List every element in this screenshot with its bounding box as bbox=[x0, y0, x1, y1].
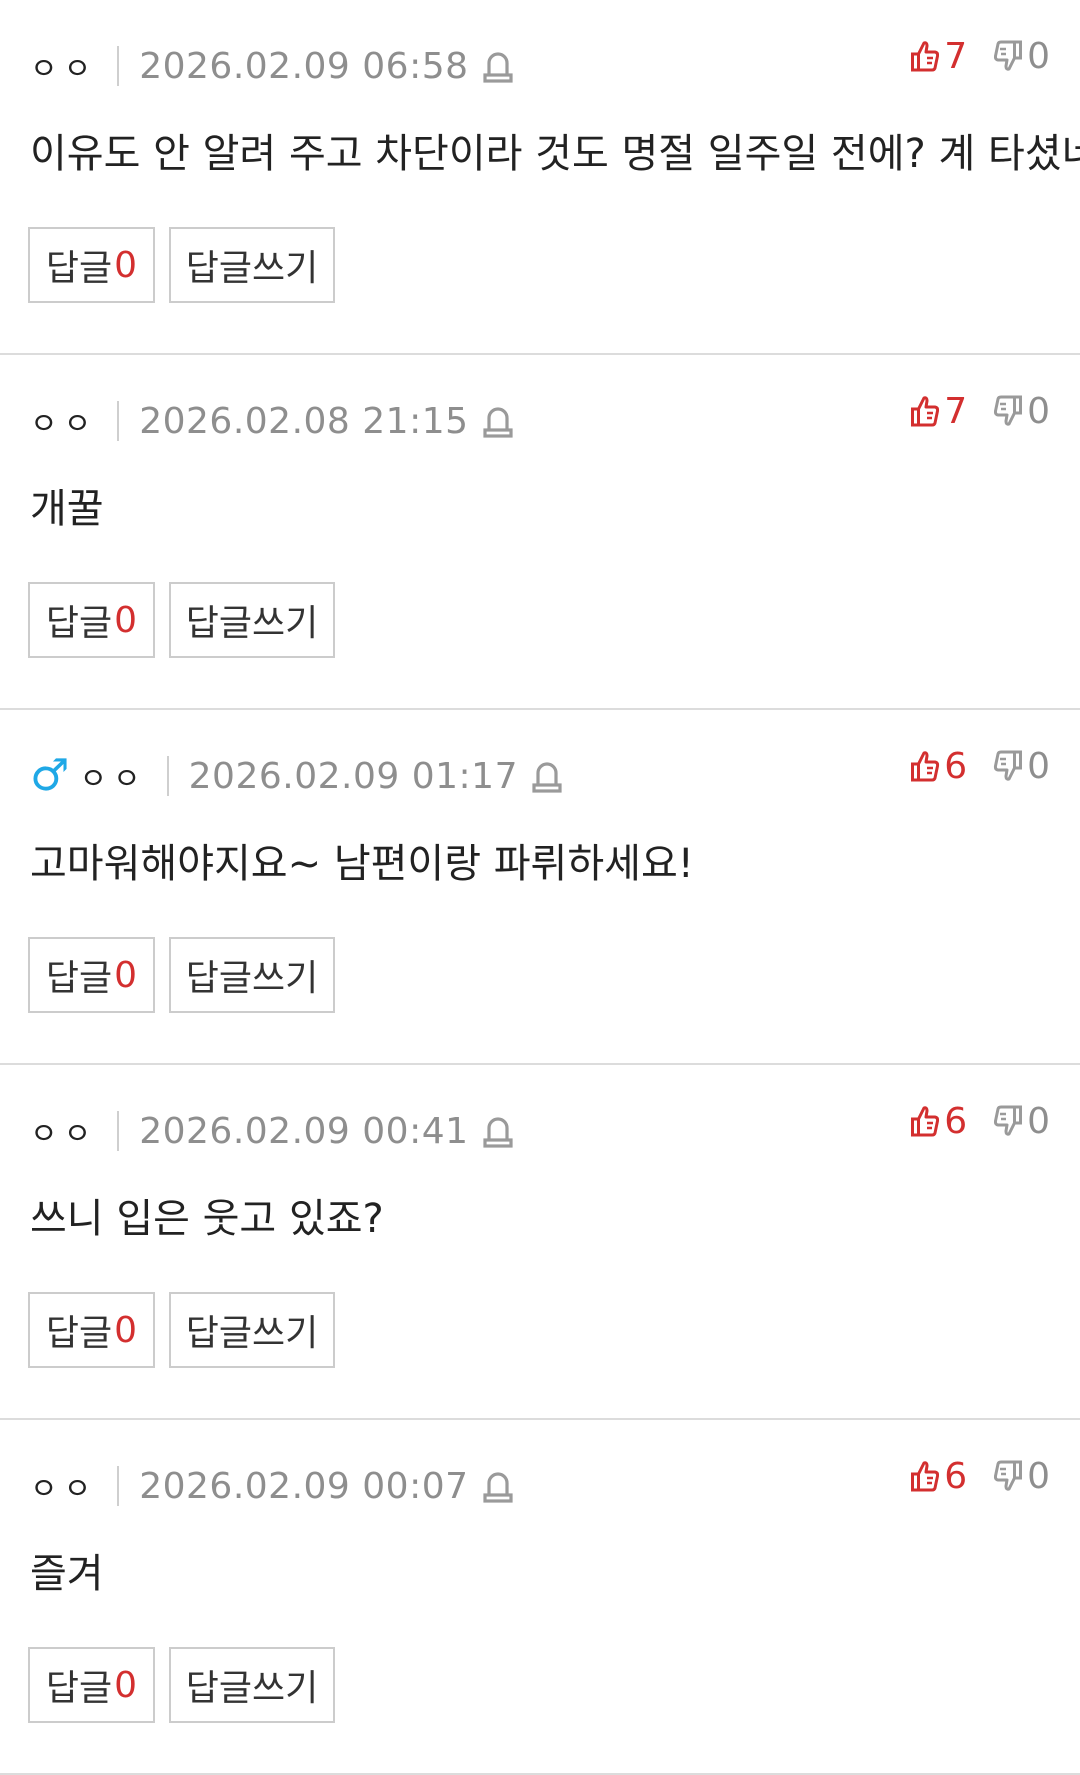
write-reply-button[interactable]: 답글쓰기 bbox=[169, 1647, 335, 1723]
meta-divider bbox=[117, 401, 120, 441]
reply-count: 0 bbox=[114, 1309, 138, 1351]
comment-actions: 답글 0 답글쓰기 bbox=[28, 582, 335, 658]
comment-actions: 답글 0 답글쓰기 bbox=[28, 1292, 335, 1368]
comment-meta: ㅇㅇ 2026.02.09 00:07 bbox=[30, 1458, 513, 1514]
like-count: 6 bbox=[944, 1455, 968, 1497]
comment-date: 2026.02.09 00:07 bbox=[139, 1465, 469, 1507]
dislike-count: 0 bbox=[1027, 1100, 1050, 1142]
like-count: 7 bbox=[944, 390, 968, 432]
report-siren-icon[interactable] bbox=[482, 1113, 513, 1149]
dislike-button[interactable]: 0 bbox=[993, 1101, 1050, 1142]
write-reply-button[interactable]: 답글쓰기 bbox=[169, 937, 335, 1013]
comment-votes: 6 0 bbox=[910, 1097, 1050, 1145]
like-button[interactable]: 7 bbox=[910, 36, 967, 77]
meta-divider bbox=[117, 46, 120, 86]
comment-text: 이유도 안 알려 주고 차단이라 것도 명절 일주일 전에? 계 타셨네 bbox=[30, 130, 1080, 177]
comment-actions: 답글 0 답글쓰기 bbox=[28, 937, 335, 1013]
reply-label: 답글 bbox=[45, 1668, 113, 1709]
comment-actions: 답글 0 답글쓰기 bbox=[28, 1647, 335, 1723]
report-siren-icon[interactable] bbox=[532, 758, 562, 794]
comment-date: 2026.02.08 21:15 bbox=[139, 400, 469, 442]
dislike-count: 0 bbox=[1027, 35, 1050, 77]
comment-list: ㅇㅇ 2026.02.09 06:58 7 0 이유도 안 알려 주고 차단이라… bbox=[0, 0, 1080, 1775]
like-count: 7 bbox=[944, 35, 968, 77]
comment-author: ㅇㅇ bbox=[30, 1117, 98, 1152]
comment-date: 2026.02.09 01:17 bbox=[188, 755, 518, 797]
dislike-button[interactable]: 0 bbox=[993, 391, 1050, 432]
male-icon: ♂ bbox=[30, 750, 70, 801]
reply-count-button[interactable]: 답글 0 bbox=[28, 1647, 155, 1723]
reply-label: 답글 bbox=[45, 248, 113, 289]
comment-votes: 7 0 bbox=[910, 32, 1050, 80]
comment-text: 즐겨 bbox=[30, 1550, 104, 1597]
meta-divider bbox=[117, 1466, 120, 1506]
like-button[interactable]: 7 bbox=[910, 391, 967, 432]
reply-count-button[interactable]: 답글 0 bbox=[28, 1292, 155, 1368]
comment-meta: ㅇㅇ 2026.02.08 21:15 bbox=[30, 393, 513, 449]
like-count: 6 bbox=[944, 745, 968, 787]
report-siren-icon[interactable] bbox=[482, 403, 513, 439]
meta-divider bbox=[117, 1111, 120, 1151]
comment-author: ㅇㅇ bbox=[30, 407, 98, 442]
comment-text: 고마워해야지요~ 남편이랑 파뤼하세요! bbox=[30, 840, 694, 887]
like-button[interactable]: 6 bbox=[910, 1456, 967, 1497]
dislike-button[interactable]: 0 bbox=[993, 1456, 1050, 1497]
reply-count: 0 bbox=[114, 244, 138, 286]
comment-item: ㅇㅇ 2026.02.08 21:15 7 0 개꿀 답글 0 답글쓰기 bbox=[0, 355, 1080, 710]
thumbs-down-icon bbox=[994, 395, 1023, 426]
report-siren-icon[interactable] bbox=[482, 48, 513, 84]
thumbs-up-icon bbox=[911, 396, 940, 427]
comment-text: 쓰니 입은 웃고 있죠? bbox=[30, 1195, 384, 1242]
reply-count-button[interactable]: 답글 0 bbox=[28, 937, 155, 1013]
comment-actions: 답글 0 답글쓰기 bbox=[28, 227, 335, 303]
thumbs-up-icon bbox=[911, 751, 940, 782]
comment-votes: 6 0 bbox=[910, 742, 1050, 790]
comment-item: ㅇㅇ 2026.02.09 00:41 6 0 쓰니 입은 웃고 있죠? 답글 … bbox=[0, 1065, 1080, 1420]
thumbs-up-icon bbox=[911, 1106, 940, 1137]
comment-item: ㅇㅇ 2026.02.09 00:07 6 0 즐겨 답글 0 답글쓰기 bbox=[0, 1420, 1080, 1775]
reply-label: 답글 bbox=[45, 603, 113, 644]
reply-count-button[interactable]: 답글 0 bbox=[28, 582, 155, 658]
like-button[interactable]: 6 bbox=[910, 1101, 967, 1142]
reply-count: 0 bbox=[114, 599, 138, 641]
write-reply-button[interactable]: 답글쓰기 bbox=[169, 227, 335, 303]
reply-count: 0 bbox=[114, 1664, 138, 1706]
comment-votes: 6 0 bbox=[910, 1452, 1050, 1500]
comment-meta: ♂ ㅇㅇ 2026.02.09 01:17 bbox=[30, 748, 562, 804]
like-button[interactable]: 6 bbox=[910, 746, 967, 787]
thumbs-up-icon bbox=[911, 1461, 940, 1492]
reply-label: 답글 bbox=[45, 1313, 113, 1354]
comment-author: ㅇㅇ bbox=[30, 52, 98, 87]
comment-meta: ㅇㅇ 2026.02.09 00:41 bbox=[30, 1103, 513, 1159]
thumbs-down-icon bbox=[994, 40, 1023, 71]
comment-author: ㅇㅇ bbox=[79, 762, 147, 797]
thumbs-down-icon bbox=[994, 750, 1023, 781]
like-count: 6 bbox=[944, 1100, 968, 1142]
comment-item: ㅇㅇ 2026.02.09 06:58 7 0 이유도 안 알려 주고 차단이라… bbox=[0, 0, 1080, 355]
comment-date: 2026.02.09 06:58 bbox=[139, 45, 469, 87]
comment-author: ㅇㅇ bbox=[30, 1472, 98, 1507]
comment-date: 2026.02.09 00:41 bbox=[139, 1110, 469, 1152]
comment-meta: ㅇㅇ 2026.02.09 06:58 bbox=[30, 38, 513, 94]
dislike-count: 0 bbox=[1027, 390, 1050, 432]
report-siren-icon[interactable] bbox=[482, 1468, 513, 1504]
reply-count: 0 bbox=[114, 954, 138, 996]
dislike-button[interactable]: 0 bbox=[993, 36, 1050, 77]
meta-divider bbox=[166, 756, 169, 796]
dislike-count: 0 bbox=[1027, 745, 1050, 787]
write-reply-button[interactable]: 답글쓰기 bbox=[169, 1292, 335, 1368]
comment-item: ♂ ㅇㅇ 2026.02.09 01:17 6 0 고마워해야지요~ 남편이랑 … bbox=[0, 710, 1080, 1065]
reply-label: 답글 bbox=[45, 958, 113, 999]
thumbs-down-icon bbox=[994, 1460, 1023, 1491]
thumbs-down-icon bbox=[994, 1105, 1023, 1136]
dislike-button[interactable]: 0 bbox=[993, 746, 1050, 787]
dislike-count: 0 bbox=[1027, 1455, 1050, 1497]
write-reply-button[interactable]: 답글쓰기 bbox=[169, 582, 335, 658]
comment-text: 개꿀 bbox=[30, 485, 104, 532]
thumbs-up-icon bbox=[911, 41, 940, 72]
reply-count-button[interactable]: 답글 0 bbox=[28, 227, 155, 303]
comment-votes: 7 0 bbox=[910, 387, 1050, 435]
